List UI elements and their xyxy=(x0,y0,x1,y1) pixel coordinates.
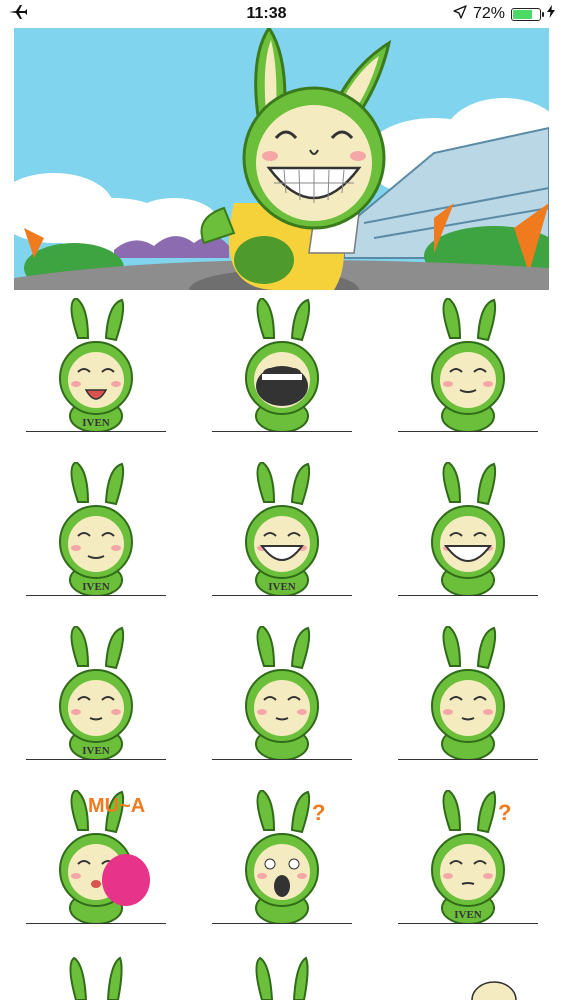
sticker-baseline xyxy=(212,922,352,924)
sticker-big-smile-bunny[interactable] xyxy=(398,462,538,602)
svg-text:IVEN: IVEN xyxy=(454,909,482,921)
status-time: 11:38 xyxy=(246,5,287,22)
battery-percent: 72% xyxy=(472,5,505,22)
sticker-baseline xyxy=(26,594,166,596)
shocked-bunny-icon: ? xyxy=(245,790,325,924)
question-bunny-icon: ? IVEN xyxy=(431,790,511,924)
sticker-pack-banner[interactable] xyxy=(14,28,549,290)
svg-text:MU~A: MU~A xyxy=(88,795,145,817)
fan-bunny-icon: IVEN xyxy=(59,462,133,596)
sticker-baseline xyxy=(398,430,538,432)
sticker-baseline xyxy=(212,594,352,596)
svg-text:IVEN: IVEN xyxy=(82,417,110,429)
sticker-partial[interactable] xyxy=(26,954,166,1000)
grinning-green-bunny-banner xyxy=(14,28,549,290)
airplane-icon xyxy=(8,4,28,25)
bolt-icon xyxy=(546,5,555,23)
svg-text:IVEN: IVEN xyxy=(82,581,110,593)
sticker-baseline xyxy=(212,758,352,760)
battery-icon xyxy=(510,7,544,21)
yawning-bunny-icon xyxy=(245,298,319,432)
sticker-fan-bunny[interactable]: IVEN xyxy=(26,462,166,602)
sticker-sleeping-bunny[interactable] xyxy=(398,298,538,438)
sticker-baseline xyxy=(398,594,538,596)
svg-text:IVEN: IVEN xyxy=(268,581,296,593)
sticker-shocked-bunny[interactable]: ? xyxy=(212,790,352,930)
tea-bunny-icon xyxy=(431,626,505,760)
sticker-laughing-bunny[interactable]: IVEN xyxy=(26,298,166,438)
sticker-lying-bunny[interactable] xyxy=(212,626,352,766)
location-arrow-icon xyxy=(453,4,467,24)
big-smile-bunny-icon xyxy=(431,462,505,596)
svg-text:?: ? xyxy=(498,800,511,825)
bunny-ears-icon xyxy=(471,981,517,1000)
status-bar: 11:38 72% xyxy=(0,0,563,28)
sticker-baseline xyxy=(26,430,166,432)
bunny-ears-icon xyxy=(255,956,309,1000)
sticker-calm-bunny[interactable]: IVEN xyxy=(26,626,166,766)
sticker-baseline xyxy=(398,922,538,924)
svg-text:?: ? xyxy=(312,800,325,825)
laughing-bunny-icon: IVEN xyxy=(59,298,133,432)
sticker-question-bunny[interactable]: ? IVEN xyxy=(398,790,538,930)
sticker-grinning-bunny-with-paper[interactable]: IVEN xyxy=(212,462,352,602)
sticker-baseline xyxy=(212,430,352,432)
sticker-kiss-bunny[interactable]: MU~A xyxy=(26,790,166,930)
sleeping-bunny-icon xyxy=(431,298,505,432)
sticker-partial[interactable] xyxy=(212,954,352,1000)
sticker-tea-bunny[interactable] xyxy=(398,626,538,766)
calm-bunny-icon: IVEN xyxy=(59,626,133,760)
lying-bunny-icon xyxy=(245,626,319,760)
sticker-baseline xyxy=(398,758,538,760)
grinning-bunny-with-paper-icon: IVEN xyxy=(245,462,319,596)
svg-text:IVEN: IVEN xyxy=(82,745,110,757)
sticker-baseline xyxy=(26,758,166,760)
kiss-bunny-icon: MU~A xyxy=(59,790,150,924)
sticker-baseline xyxy=(26,922,166,924)
bunny-ears-icon xyxy=(69,956,123,1000)
sticker-partial[interactable] xyxy=(398,954,538,1000)
sticker-yawning-bunny[interactable] xyxy=(212,298,352,438)
